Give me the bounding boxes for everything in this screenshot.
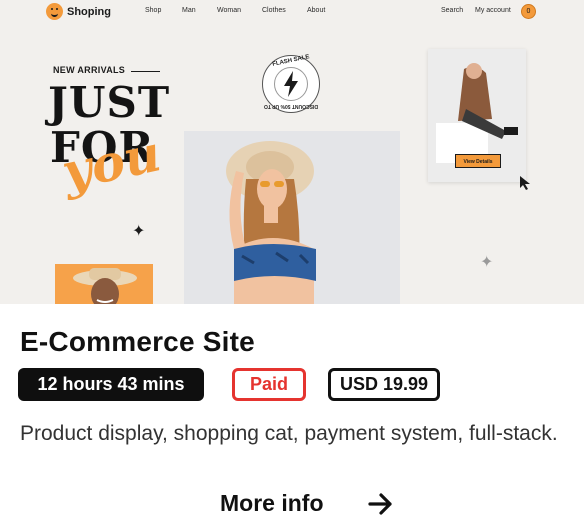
card-description: Product display, shopping cat, payment s… — [20, 422, 558, 445]
hero-model-photo — [184, 131, 400, 304]
sparkle-icon: ✦ — [132, 223, 146, 240]
lightning-bolt-icon — [284, 71, 298, 97]
nav-link-clothes: Clothes — [262, 7, 286, 14]
view-details-button: View Details — [455, 154, 501, 168]
nav-link-search: Search — [441, 7, 464, 14]
model-thumbnail — [55, 264, 153, 304]
duration-badge: 12 hours 43 mins — [18, 368, 204, 401]
site-logo: Shoping — [46, 3, 111, 20]
nav-link-woman: Woman — [217, 7, 241, 14]
smiley-logo-icon — [46, 3, 63, 20]
more-info-label: More info — [220, 490, 324, 516]
project-card[interactable]: Shoping Shop Man Woman Clothes About Sea… — [0, 0, 584, 528]
hero-word-just: JUST — [48, 78, 171, 127]
cart-count-badge: 0 — [521, 4, 536, 19]
card-title: E-Commerce Site — [20, 326, 255, 357]
site-logo-text: Shoping — [67, 5, 111, 18]
nav-link-shop: Shop — [145, 7, 162, 14]
preview-image: Shoping Shop Man Woman Clothes About Sea… — [0, 0, 584, 304]
price-badge: USD 19.99 — [328, 368, 440, 401]
sparkle-icon: ✦ — [480, 254, 494, 271]
flash-sale-badge-bottom: DISCOUNT 50% UP TO — [264, 103, 318, 109]
hero-kicker: NEW ARRIVALS — [53, 65, 126, 75]
nav-link-account: My account — [475, 7, 511, 14]
status-badge: Paid — [232, 368, 306, 401]
card-info: E-Commerce Site 12 hours 43 mins Paid US… — [0, 304, 584, 528]
mouse-cursor-icon — [520, 176, 530, 190]
site-navbar: Shoping Shop Man Woman Clothes About Sea… — [0, 0, 584, 26]
flash-sale-badge: FLASH SALE DISCOUNT 50% UP TO — [262, 54, 320, 113]
hero-kicker-divider — [131, 71, 160, 72]
arrow-right-icon — [367, 492, 392, 515]
nav-link-man: Man — [182, 7, 196, 14]
nav-link-about: About — [307, 7, 326, 14]
more-info-button[interactable]: More info — [220, 490, 394, 517]
